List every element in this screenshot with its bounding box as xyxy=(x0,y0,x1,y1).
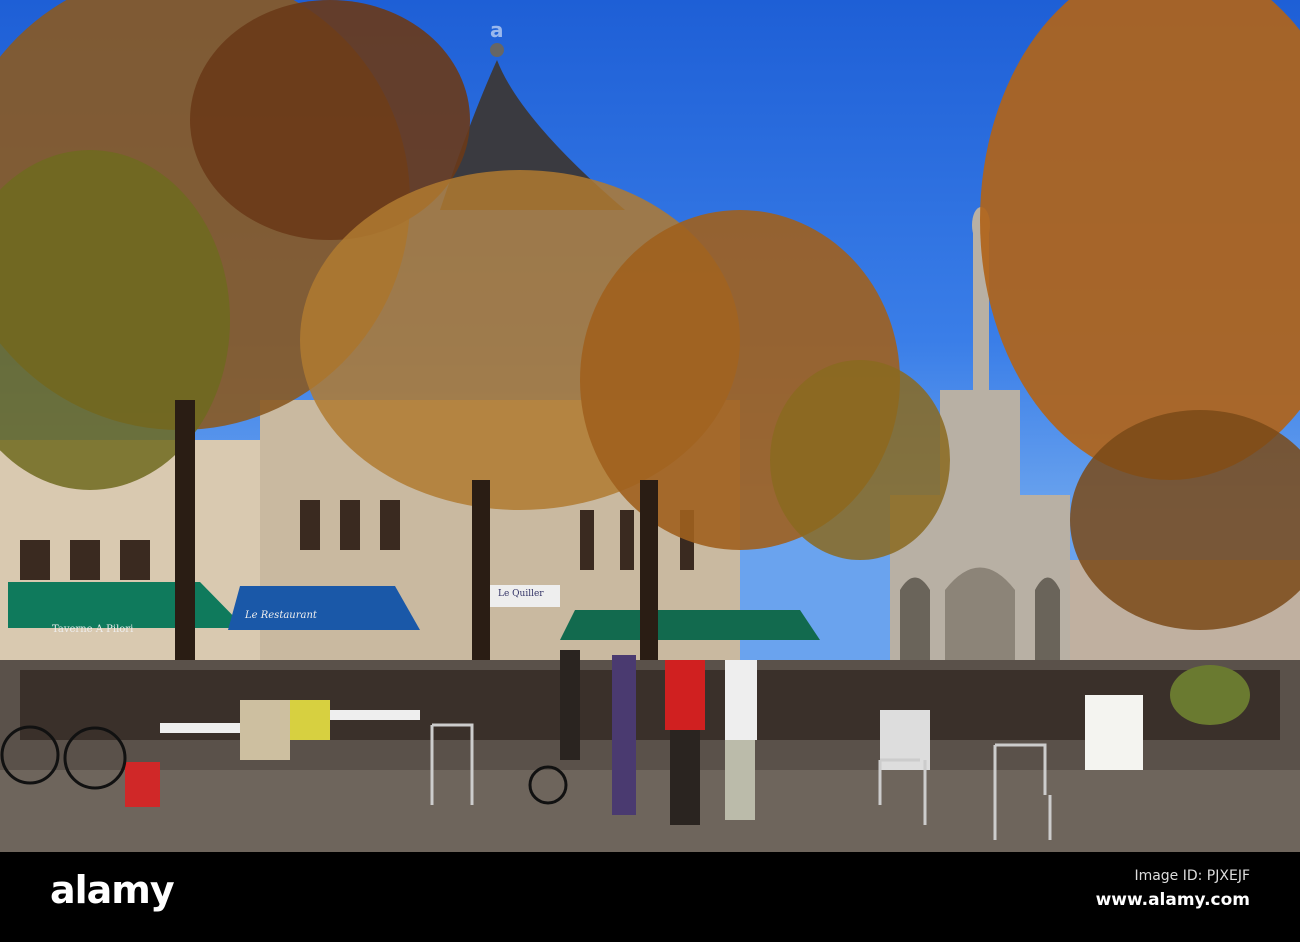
scene xyxy=(0,0,1300,852)
dome-finial xyxy=(490,43,504,57)
taverne-sign: Taverne A Pilori xyxy=(52,624,134,635)
alamy-url: www.alamy.com xyxy=(1095,890,1250,910)
restaurant-sign: Le Restaurant xyxy=(245,610,317,621)
alamy-logo: alamy xyxy=(50,868,175,912)
image-id: Image ID: PJXEJF xyxy=(1134,868,1250,884)
alamy-footer: alamy Image ID: PJXEJF www.alamy.com xyxy=(0,852,1300,942)
town-square-photo: Taverne A Pilori Le Restaurant Le Quille… xyxy=(0,0,1300,852)
watermark: a xyxy=(490,18,504,42)
green-awning-2 xyxy=(560,610,820,640)
quiller-sign-text: Le Quiller xyxy=(498,589,544,599)
blue-awning xyxy=(228,586,420,630)
